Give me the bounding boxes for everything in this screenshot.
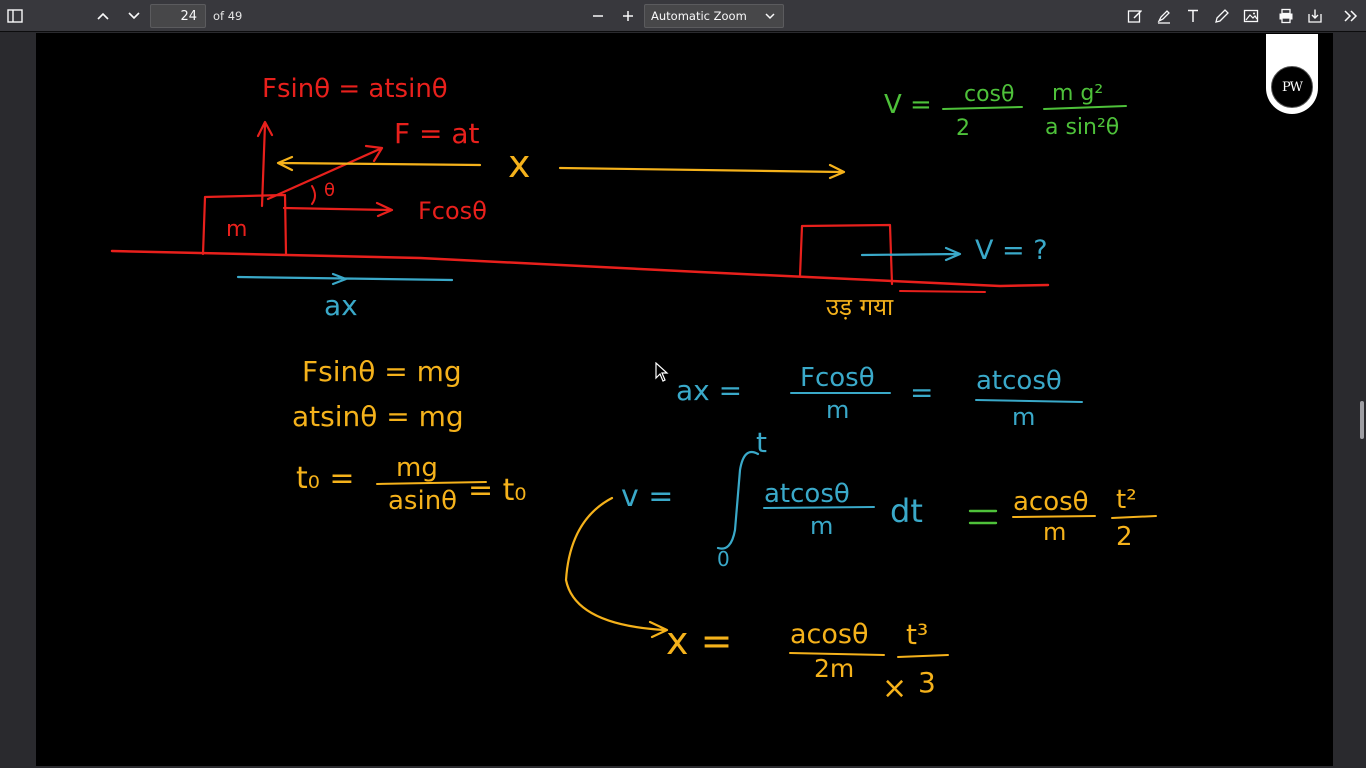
curved-arrow: [564, 496, 669, 639]
integral-sign: [716, 450, 760, 550]
v-formula-lhs: V =: [884, 90, 932, 120]
ax-frac-bar-2: [975, 399, 1083, 403]
v-int-upper: t: [756, 426, 767, 459]
velocity-arrow: [860, 246, 962, 262]
v-formula-num2: m g²: [1052, 81, 1103, 106]
x-eq-den: 2m: [814, 654, 854, 683]
v-int-den: m: [810, 512, 833, 540]
v-frac-bar-2: [1043, 105, 1127, 110]
theta-arc: [311, 185, 316, 205]
eq-atsin: atsinθ = mg: [292, 400, 464, 433]
x-frac-bar-2: [897, 654, 949, 658]
v-formula-den1: 2: [956, 116, 970, 141]
pw-logo: PW: [1266, 34, 1318, 114]
v-int-den3: 2: [1116, 522, 1133, 552]
v-int-dt: dt: [890, 492, 923, 530]
up-arrow: [256, 120, 274, 208]
force-label: F = at: [394, 117, 480, 150]
green-equals: [968, 509, 998, 525]
x-eq-num2: t³: [906, 618, 928, 651]
int-result-bar-2: [1111, 515, 1157, 519]
v-int-lower: 0: [717, 547, 730, 571]
v-int-num2: acosθ: [1013, 487, 1089, 517]
ax-arrow: [236, 272, 454, 286]
fcos-arrow: [282, 201, 394, 218]
velocity-question: V = ?: [975, 235, 1048, 266]
ground-line: [110, 249, 1050, 288]
v-frac-bar-1: [942, 106, 1023, 110]
ax-label: ax: [324, 289, 358, 322]
x-eq-num: acosθ: [790, 619, 869, 650]
eq-t0-lhs: t₀ =: [296, 461, 354, 496]
eq-t0-rhs: = t₀: [468, 473, 526, 508]
mouse-cursor-icon: [655, 362, 669, 382]
hindi-label: उड़ गया: [826, 293, 894, 321]
ax-eq-equals: =: [910, 376, 933, 409]
x-arrow-left: [276, 155, 482, 172]
fcos-label: Fcosθ: [418, 197, 487, 225]
v-int-num: atcosθ: [764, 479, 850, 509]
ground-line-underline: [899, 290, 986, 293]
ax-eq-num1: Fcosθ: [800, 363, 875, 393]
handwritten-notes: Fsinθ = atsinθ F = at θ Fcosθ m x V = ? …: [110, 74, 1157, 706]
ax-eq-den2: m: [1012, 403, 1035, 431]
ax-eq-den1: m: [826, 396, 849, 424]
v-int-den2: m: [1043, 518, 1066, 546]
eq-t0-den: asinθ: [388, 486, 457, 516]
v-formula-num1: cosθ: [964, 82, 1014, 107]
v-int-lhs: v =: [621, 479, 673, 514]
pw-logo-mark: PW: [1271, 66, 1313, 108]
v-int-num3: t²: [1116, 485, 1137, 515]
x-eq-lhs: x =: [666, 619, 732, 663]
ax-eq-lhs: ax =: [676, 374, 742, 407]
x-eq-den2: 3: [918, 666, 936, 699]
distance-label: x: [508, 142, 531, 186]
eq-fsin: Fsinθ = mg: [302, 355, 462, 388]
pw-logo-text: PW: [1281, 79, 1303, 95]
fsin-top-text: Fsinθ = atsinθ: [262, 74, 448, 104]
v-formula-den2: a sin²θ: [1045, 115, 1119, 140]
ax-eq-num2: atcosθ: [976, 366, 1062, 396]
eq-t0-num: mg: [396, 453, 438, 483]
mass-label: m: [226, 217, 247, 242]
x-eq-times: ×: [882, 671, 907, 706]
theta-label: θ: [324, 180, 335, 201]
x-arrow-right: [558, 163, 846, 180]
